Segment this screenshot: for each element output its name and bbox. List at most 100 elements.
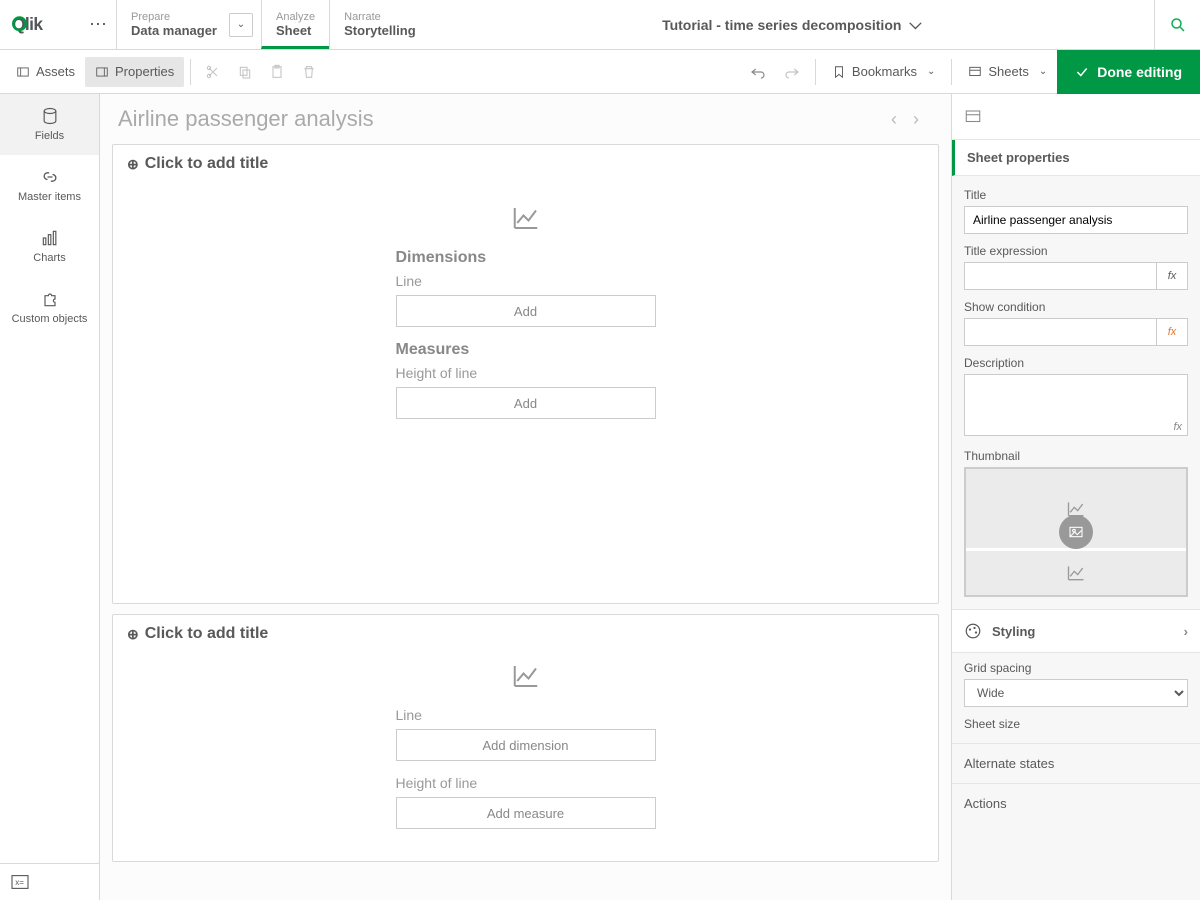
prepare-dropdown[interactable]: ⌄ [229,13,253,37]
title-expr-label: Title expression [964,244,1188,258]
cut-button [197,64,229,80]
rail-custom-objects[interactable]: Custom objects [0,277,99,338]
rail-custom-label: Custom objects [12,313,88,325]
grid-spacing-select[interactable]: Wide [964,679,1188,707]
tab-prepare[interactable]: Prepare Data manager ⌄ [116,0,261,49]
tab-analyze[interactable]: Analyze Sheet [261,0,329,49]
plus-icon: ⊕ [127,626,139,643]
card-title-placeholder[interactable]: ⊕ Click to add title [113,615,938,653]
link-icon [4,167,95,187]
rail-master-label: Master items [18,191,81,203]
styling-label: Styling [992,624,1035,639]
line-chart-icon [511,661,541,691]
app-title[interactable]: Tutorial - time series decomposition ⌵ [430,0,1154,49]
title-input[interactable] [964,206,1188,234]
divider [951,59,952,85]
divider [190,59,191,85]
actions-row[interactable]: Actions [952,783,1200,823]
dimensions-heading: Dimensions [396,249,656,267]
show-cond-input[interactable] [964,318,1156,346]
add-measure-button[interactable]: Add [396,387,656,419]
dimension-label: Line [396,707,656,723]
tab-analyze-small: Analyze [276,11,315,23]
done-editing-button[interactable]: Done editing [1057,50,1200,94]
panel-left-icon [16,65,30,79]
chevron-down-icon: ⌵ [909,16,921,34]
sheet-title: Airline passenger analysis [118,106,891,132]
measure-label: Height of line [396,365,656,381]
rail-charts[interactable]: Charts [0,216,99,277]
variable-icon: x= [10,874,30,890]
rail-fields-label: Fields [35,130,64,142]
sheets-label: Sheets [988,64,1028,79]
rail-variables[interactable]: x= [0,863,99,900]
title-expr-input[interactable] [964,262,1156,290]
search-icon [1169,16,1187,34]
tab-prepare-small: Prepare [131,11,217,23]
bar-chart-icon [4,228,95,248]
card-title-placeholder[interactable]: ⊕ Click to add title [113,145,938,183]
tab-narrate-small: Narrate [344,11,416,23]
bookmarks-label: Bookmarks [852,64,917,79]
paste-button [261,64,293,80]
chevron-down-icon: ⌄ [1039,66,1047,77]
redo-button [775,63,809,81]
title-field-label: Title [964,188,1188,202]
add-dimension-button[interactable]: Add [396,295,656,327]
sheets-button[interactable]: Sheets ⌄ [958,57,1057,87]
alternate-states-row[interactable]: Alternate states [952,743,1200,783]
copy-button [229,64,261,80]
chart-card-1[interactable]: ⊕ Click to add title Dimensions Line Add… [112,144,939,604]
card-title-text: Click to add title [145,625,269,643]
measure-label: Height of line [396,775,656,791]
divider [815,59,816,85]
chevron-down-icon: ⌄ [927,66,935,77]
properties-toggle[interactable]: Properties [85,57,184,87]
chevron-right-icon: › [1184,624,1188,639]
measures-heading: Measures [396,341,656,359]
line-chart-icon [511,203,541,233]
database-icon [4,106,95,126]
add-dimension-button[interactable]: Add dimension [396,729,656,761]
plus-icon: ⊕ [127,156,139,173]
dimension-label: Line [396,273,656,289]
add-measure-button[interactable]: Add measure [396,797,656,829]
svg-text:x=: x= [15,878,24,887]
hub-menu-button[interactable]: ⋯ [80,0,116,49]
thumbnail-label: Thumbnail [964,449,1188,463]
sheet-properties-header: Sheet properties [952,140,1200,176]
styling-accordion[interactable]: Styling › [952,610,1200,652]
description-label: Description [964,356,1188,370]
sheet-icon [964,108,982,126]
chart-card-2[interactable]: ⊕ Click to add title Line Add dimension … [112,614,939,862]
undo-button[interactable] [741,63,775,81]
next-sheet-button[interactable]: › [913,109,919,130]
delete-button [293,64,325,80]
tab-narrate[interactable]: Narrate Storytelling [329,0,430,49]
rail-fields[interactable]: Fields [0,94,99,155]
assets-toggle[interactable]: Assets [6,57,85,87]
assets-label: Assets [36,64,75,79]
done-label: Done editing [1097,64,1182,80]
show-cond-label: Show condition [964,300,1188,314]
description-input[interactable] [964,374,1188,436]
tab-analyze-big: Sheet [276,23,315,38]
properties-label: Properties [115,64,174,79]
card-title-text: Click to add title [145,155,269,173]
fx-button[interactable]: fx [1156,318,1188,346]
fx-icon[interactable]: fx [1173,421,1182,433]
fx-button[interactable]: fx [1156,262,1188,290]
thumbnail-picker[interactable] [964,467,1188,597]
sheet-size-label: Sheet size [964,717,1188,731]
palette-icon [964,622,982,640]
qlik-logo: Qlik [0,0,80,49]
global-search-button[interactable] [1154,0,1200,49]
rail-master-items[interactable]: Master items [0,155,99,216]
tab-prepare-big: Data manager [131,23,217,38]
puzzle-icon [4,289,95,309]
bookmarks-button[interactable]: Bookmarks ⌄ [822,57,945,87]
prev-sheet-button[interactable]: ‹ [891,109,897,130]
image-icon [1059,515,1093,549]
tab-narrate-big: Storytelling [344,23,416,38]
app-title-text: Tutorial - time series decomposition [662,17,901,33]
